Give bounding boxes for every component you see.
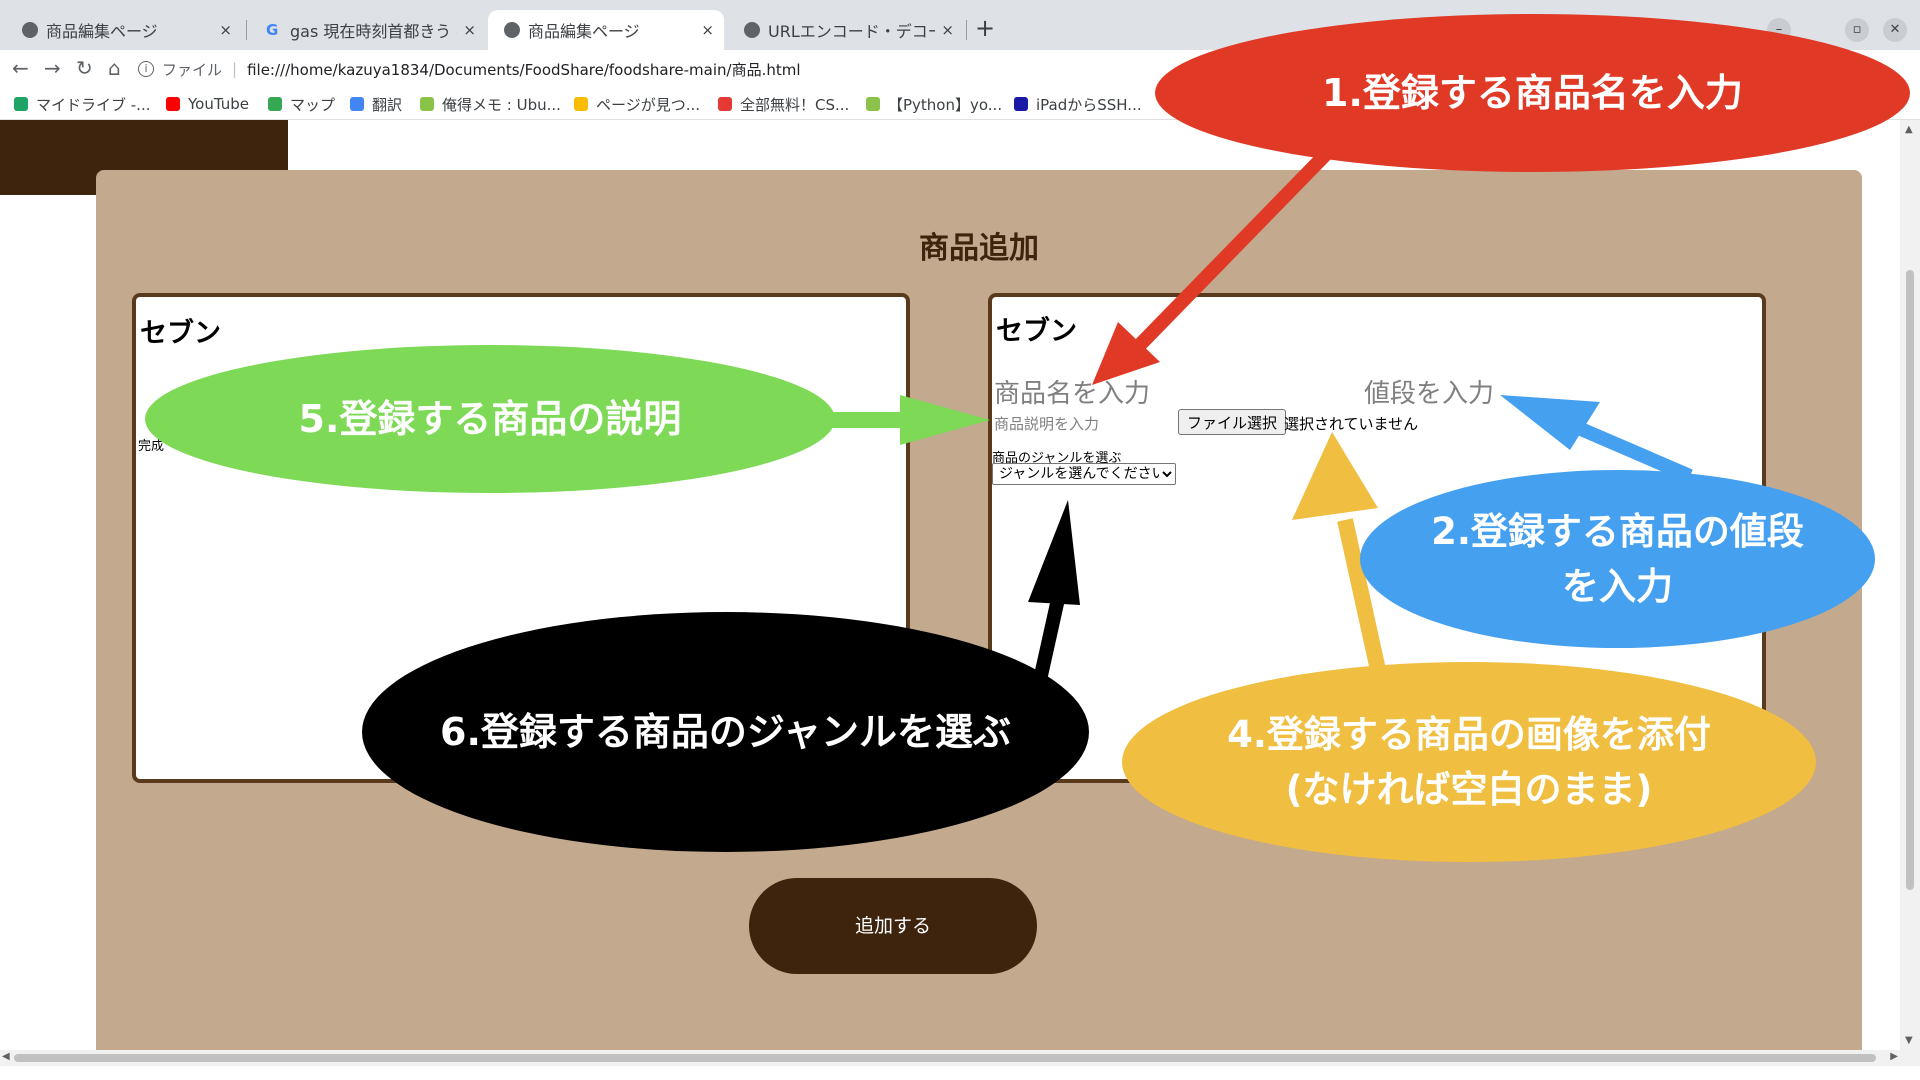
tab-title: gas 現在時刻首都きう - Goo [290, 22, 457, 41]
new-tab-button[interactable]: + [975, 14, 995, 42]
youtube-icon [166, 97, 180, 111]
site-icon [718, 97, 732, 111]
tab-4[interactable]: URLエンコード・デコード × [728, 10, 964, 50]
info-icon[interactable]: i [138, 61, 154, 77]
annotation-4-text: 4.登録する商品の画像を添付(なければ空白のまま) [1227, 712, 1711, 812]
annotation-6: 6.登録する商品のジャンルを選ぶ [362, 612, 1089, 852]
bookmark-notfound[interactable]: ページが見つ... [574, 94, 700, 114]
tab-divider [966, 20, 967, 40]
bookmark-youtube[interactable]: YouTube [166, 94, 249, 114]
translate-icon [350, 97, 364, 111]
annotation-1: 1.登録する商品名を入力 [1155, 14, 1910, 172]
annotation-1-text: 1.登録する商品名を入力 [1322, 70, 1743, 115]
tab-divider [246, 20, 247, 40]
bookmark-label: マップ [290, 95, 336, 114]
home-icon[interactable]: ⌂ [108, 56, 121, 80]
site-icon [1014, 97, 1028, 111]
annotation-5: 5.登録する商品の説明 [145, 345, 835, 493]
tab-3-active[interactable]: 商品編集ページ × [488, 10, 724, 50]
scroll-right-icon[interactable]: ▶ [1890, 1051, 1898, 1062]
maps-icon [268, 97, 282, 111]
scrollbar-thumb[interactable] [1906, 270, 1914, 890]
add-button[interactable]: 追加する [749, 878, 1037, 974]
scroll-left-icon[interactable]: ◀ [2, 1051, 10, 1062]
site-icon [866, 97, 880, 111]
close-icon[interactable]: × [941, 21, 954, 39]
globe-icon [744, 22, 760, 38]
annotation-5-text: 5.登録する商品の説明 [298, 396, 682, 441]
scroll-down-icon[interactable]: ▼ [1905, 1035, 1913, 1046]
genre-select[interactable]: ジャンルを選んでください [992, 463, 1176, 485]
annotation-2: 2.登録する商品の値段を入力 [1360, 470, 1875, 648]
close-icon[interactable]: × [219, 21, 232, 39]
file-status: 選択されていません [1284, 415, 1419, 433]
bookmark-label: ページが見つ... [596, 95, 701, 114]
store-name: セブン [996, 316, 1077, 347]
close-icon[interactable]: × [463, 21, 476, 39]
forward-icon[interactable]: → [44, 56, 61, 80]
site-icon [420, 97, 434, 111]
google-icon: G [266, 21, 279, 39]
bookmark-label: YouTube [188, 95, 249, 113]
bookmark-translate[interactable]: 翻訳 [350, 94, 402, 114]
address-url: file:///home/kazuya1834/Documents/FoodSh… [247, 60, 801, 79]
globe-icon [504, 22, 520, 38]
maximize-icon[interactable]: ▫ [1845, 18, 1869, 42]
store-name: セブン [140, 318, 221, 349]
bookmark-label: マイドライブ -... [36, 95, 151, 114]
bookmark-python[interactable]: 【Python】yo... [866, 94, 1002, 114]
bookmark-memo[interactable]: 俺得メモ : Ubu... [420, 94, 561, 114]
drive-icon [14, 97, 28, 111]
close-icon[interactable]: × [701, 21, 714, 39]
tab-1[interactable]: 商品編集ページ × [6, 10, 242, 50]
description-input[interactable] [994, 413, 1174, 435]
annotation-2-text: 2.登録する商品の値段を入力 [1431, 509, 1804, 609]
bookmark-label: iPadからSSH... [1036, 95, 1142, 114]
drive-icon [574, 97, 588, 111]
scroll-up-icon[interactable]: ▲ [1905, 124, 1913, 135]
close-window-icon[interactable]: ✕ [1883, 18, 1907, 42]
annotation-6-text: 6.登録する商品のジャンルを選ぶ [440, 709, 1011, 754]
tab-title: 商品編集ページ [528, 22, 640, 41]
annotation-4: 4.登録する商品の画像を添付(なければ空白のまま) [1122, 662, 1816, 862]
bookmark-css[interactable]: 全部無料！CS... [718, 94, 849, 114]
bookmark-ipad-ssh[interactable]: iPadからSSH... [1014, 94, 1142, 114]
address-divider: | [232, 60, 238, 78]
bookmark-label: 全部無料！CS... [740, 95, 850, 114]
file-select-button[interactable]: ファイル選択 [1178, 409, 1287, 435]
horizontal-scrollbar[interactable]: ◀ ▶ [0, 1050, 1920, 1066]
price-input[interactable] [1364, 377, 1664, 411]
tab-title: URLエンコード・デコード [768, 22, 935, 41]
vertical-scrollbar[interactable]: ▲ ▼ [1900, 120, 1920, 1050]
bookmark-label: 俺得メモ : Ubu... [442, 95, 561, 114]
scrollbar-thumb[interactable] [14, 1054, 1876, 1062]
bookmark-drive[interactable]: マイドライブ -... [14, 94, 151, 114]
back-icon[interactable]: ← [12, 56, 29, 80]
globe-icon [22, 22, 38, 38]
reload-icon[interactable]: ↻ [76, 56, 93, 80]
product-name-input[interactable] [994, 377, 1354, 411]
bookmark-maps[interactable]: マップ [268, 94, 335, 114]
bookmark-label: 翻訳 [372, 95, 403, 114]
tab-title: 商品編集ページ [46, 22, 158, 41]
tab-2[interactable]: G gas 現在時刻首都きう - Goo × [250, 10, 486, 50]
address-scheme: ファイル [162, 60, 223, 79]
section-title: 商品追加 [919, 231, 1039, 266]
bookmark-label: 【Python】yo... [888, 95, 1003, 114]
